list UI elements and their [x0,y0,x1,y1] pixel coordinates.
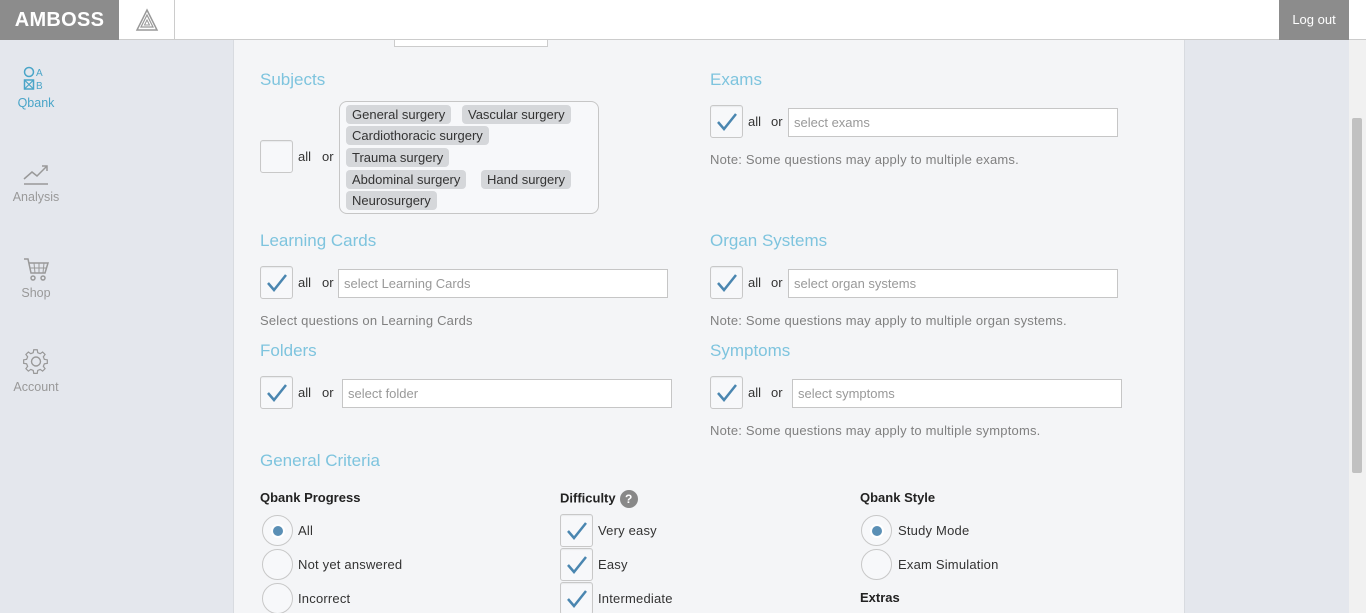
folders-input[interactable] [342,379,672,408]
sidebar-item-shop[interactable]: Shop [0,256,72,300]
radio-selected-dot [272,525,283,536]
learning-cards-note: Select questions on Learning Cards [260,313,473,328]
folders-all-checkbox[interactable] [260,376,293,409]
checkmark-icon [266,273,287,292]
progress-not-answered-radio[interactable] [262,549,293,580]
subject-tag[interactable]: Abdominal surgery [346,170,467,189]
gear-icon [23,349,48,375]
checkmark-icon [716,112,737,131]
progress-all-radio[interactable] [262,515,293,546]
sidebar-item-label: Qbank [17,96,55,110]
exams-or-label: or [771,114,783,129]
qbank-style-heading: Qbank Style [860,490,936,505]
progress-all-label: All [298,523,314,538]
sidebar-item-qbank[interactable]: A B Qbank [0,66,72,110]
organ-systems-input[interactable] [788,269,1118,298]
symptoms-all-label: all [748,385,762,400]
extras-heading: Extras [860,590,900,605]
difficulty-very-easy-label: Very easy [598,523,657,538]
exams-all-checkbox[interactable] [710,105,743,138]
subject-tag[interactable]: Trauma surgery [346,148,450,167]
symptoms-title: Symptoms [710,341,791,360]
exams-input[interactable] [788,108,1118,137]
difficulty-easy-label: Easy [598,557,628,572]
checkmark-icon [716,383,737,402]
difficulty-intermediate-label: Intermediate [598,591,673,606]
checkmark-icon [266,383,287,402]
scrollbar-thumb[interactable] [1352,118,1362,473]
difficulty-intermediate-checkbox[interactable] [560,582,593,613]
learning-cards-input[interactable] [338,269,668,298]
progress-incorrect-radio[interactable] [262,583,293,613]
qbank-icon: A B [23,66,43,92]
learning-cards-all-checkbox[interactable] [260,266,293,299]
symptoms-input[interactable] [792,379,1122,408]
difficulty-easy-checkbox[interactable] [560,548,593,581]
learning-cards-title: Learning Cards [260,231,377,250]
general-criteria-title: General Criteria [260,451,380,470]
subject-tag[interactable]: Cardiothoracic surgery [346,126,489,145]
difficulty-heading-text: Difficulty [560,490,616,506]
svg-text:B: B [36,81,43,92]
folders-title: Folders [260,341,317,360]
sidebar: A B Qbank Analysis Shop Account [0,40,72,613]
svg-text:A: A [36,68,43,79]
chart-icon [23,165,48,185]
page-scrollbar[interactable] [1349,40,1366,613]
difficulty-heading: Difficulty? [560,490,638,508]
subjects-all-checkbox[interactable] [260,140,293,173]
learning-cards-or-label: or [322,275,334,290]
sidebar-item-analysis[interactable]: Analysis [0,162,72,204]
help-icon[interactable]: ? [619,490,638,508]
session-filter-panel: Subjects all or General surgery Vascular… [233,40,1185,613]
style-exam-simulation-label: Exam Simulation [898,557,999,572]
sidebar-item-label: Analysis [12,190,60,204]
cart-icon [24,258,50,281]
learning-cards-all-label: all [298,275,312,290]
subjects-title: Subjects [260,70,326,89]
subjects-all-label: all [298,149,312,164]
subject-tag[interactable]: General surgery [346,105,452,124]
exams-all-label: all [748,114,762,129]
style-exam-simulation-radio[interactable] [861,549,892,580]
sidebar-item-account[interactable]: Account [0,348,72,394]
checkmark-icon [566,589,587,608]
exams-title: Exams [710,70,762,89]
folders-or-label: or [322,385,334,400]
exams-note: Note: Some questions may apply to multip… [710,152,1019,167]
symptoms-note: Note: Some questions may apply to multip… [710,423,1041,438]
organ-systems-all-label: all [748,275,762,290]
difficulty-very-easy-checkbox[interactable] [560,514,593,547]
triangle-logo-icon[interactable] [119,0,175,40]
organ-systems-or-label: or [771,275,783,290]
sidebar-item-label: Account [13,380,59,394]
subject-tag[interactable]: Neurosurgery [346,191,437,210]
subjects-tag-box[interactable]: General surgery Vascular surgery Cardiot… [339,101,599,214]
style-study-mode-label: Study Mode [898,523,970,538]
sidebar-item-label: Shop [21,286,51,300]
subject-tag[interactable]: Vascular surgery [462,105,571,124]
organ-systems-title: Organ Systems [710,231,828,250]
symptoms-or-label: or [771,385,783,400]
radio-selected-dot [871,525,882,536]
logout-button[interactable]: Log out [1279,0,1349,40]
checkmark-icon [566,521,587,540]
subjects-or-label: or [322,149,334,164]
checkmark-icon [716,273,737,292]
brand-logo[interactable]: AMBOSS [0,0,119,40]
progress-not-answered-label: Not yet answered [298,557,403,572]
organ-systems-all-checkbox[interactable] [710,266,743,299]
organ-systems-note: Note: Some questions may apply to multip… [710,313,1067,328]
folders-all-label: all [298,385,312,400]
progress-incorrect-label: Incorrect [298,591,351,606]
style-study-mode-radio[interactable] [861,515,892,546]
checkmark-icon [566,555,587,574]
symptoms-all-checkbox[interactable] [710,376,743,409]
subject-tag[interactable]: Hand surgery [481,170,572,189]
panel-tab [394,40,548,47]
top-bar: AMBOSS Log out [0,0,1366,40]
qbank-progress-heading: Qbank Progress [260,490,361,505]
